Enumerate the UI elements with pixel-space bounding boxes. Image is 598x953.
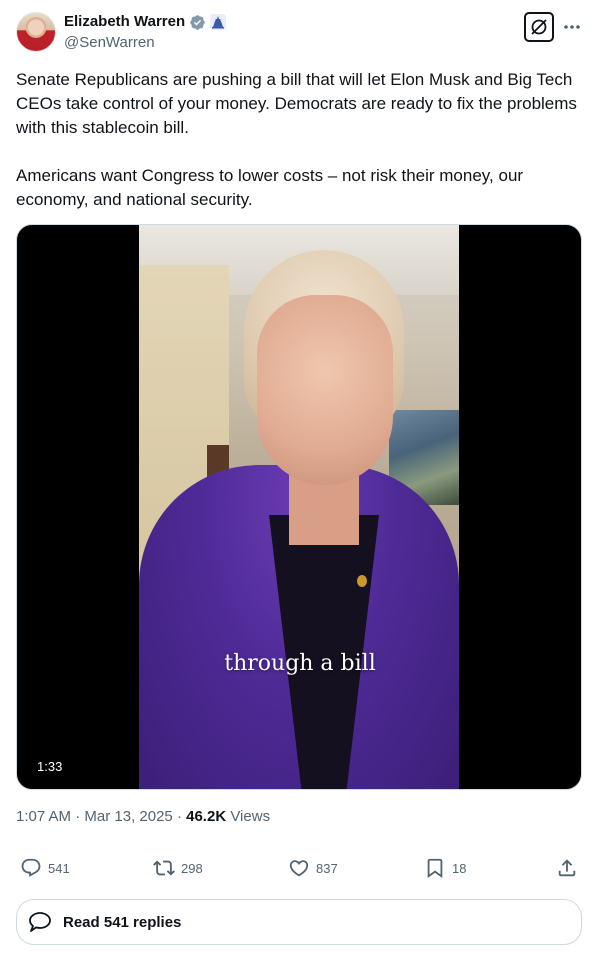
replies-bubble-icon [29,912,51,932]
display-name[interactable]: Elizabeth Warren [64,13,185,31]
more-icon [564,25,580,29]
bookmark-button[interactable]: 18 [424,853,466,883]
meta-separator: · [176,808,182,825]
views-label: Views [230,808,271,825]
like-icon [289,860,309,877]
tweet-time[interactable]: 1:07 AM [16,808,71,825]
video-person-pin [357,575,367,587]
meta-separator: · [75,808,81,825]
bookmark-icon [427,858,443,879]
grok-button[interactable] [524,12,554,42]
tweet-paragraph: Americans want Congress to lower costs –… [16,166,524,209]
bookmark-count: 18 [452,860,467,876]
read-replies-button[interactable]: Read 541 replies [16,899,582,945]
more-button[interactable] [560,12,584,42]
affiliate-badge-icon[interactable] [210,14,227,30]
repost-button[interactable]: 298 [153,853,203,883]
video-duration: 1:33 [29,756,71,778]
share-icon [558,859,576,877]
tweet-paragraph: Senate Republicans are pushing a bill th… [16,70,577,137]
video-player[interactable]: through a bill 1:33 [16,224,582,790]
video-person-face [257,295,393,485]
video-caption: through a bill [224,651,376,676]
repost-count: 298 [181,860,203,876]
name-row: Elizabeth Warren [64,13,227,31]
reply-icon [21,858,41,877]
video-frame [139,225,459,789]
verified-badge-icon[interactable] [189,14,206,31]
tweet-text: Senate Republicans are pushing a bill th… [16,68,586,212]
repost-icon [153,860,175,876]
like-button[interactable]: 837 [288,853,338,883]
share-button[interactable] [556,853,578,883]
tweet-date[interactable]: Mar 13, 2025 [84,808,172,825]
read-replies-label: Read 541 replies [63,913,182,931]
views-count: 46.2K [186,808,227,825]
grok-icon [531,19,547,35]
tweet-header: Elizabeth Warren @SenWarren [16,12,582,54]
avatar[interactable] [16,12,56,52]
like-count: 837 [316,860,338,876]
handle[interactable]: @SenWarren [64,34,155,52]
action-bar: 541 298 837 18 [16,853,582,883]
tweet-meta: 1:07 AM · Mar 13, 2025 · 46.2K Views [16,807,270,827]
reply-count: 541 [48,860,70,876]
reply-button[interactable]: 541 [20,853,70,883]
